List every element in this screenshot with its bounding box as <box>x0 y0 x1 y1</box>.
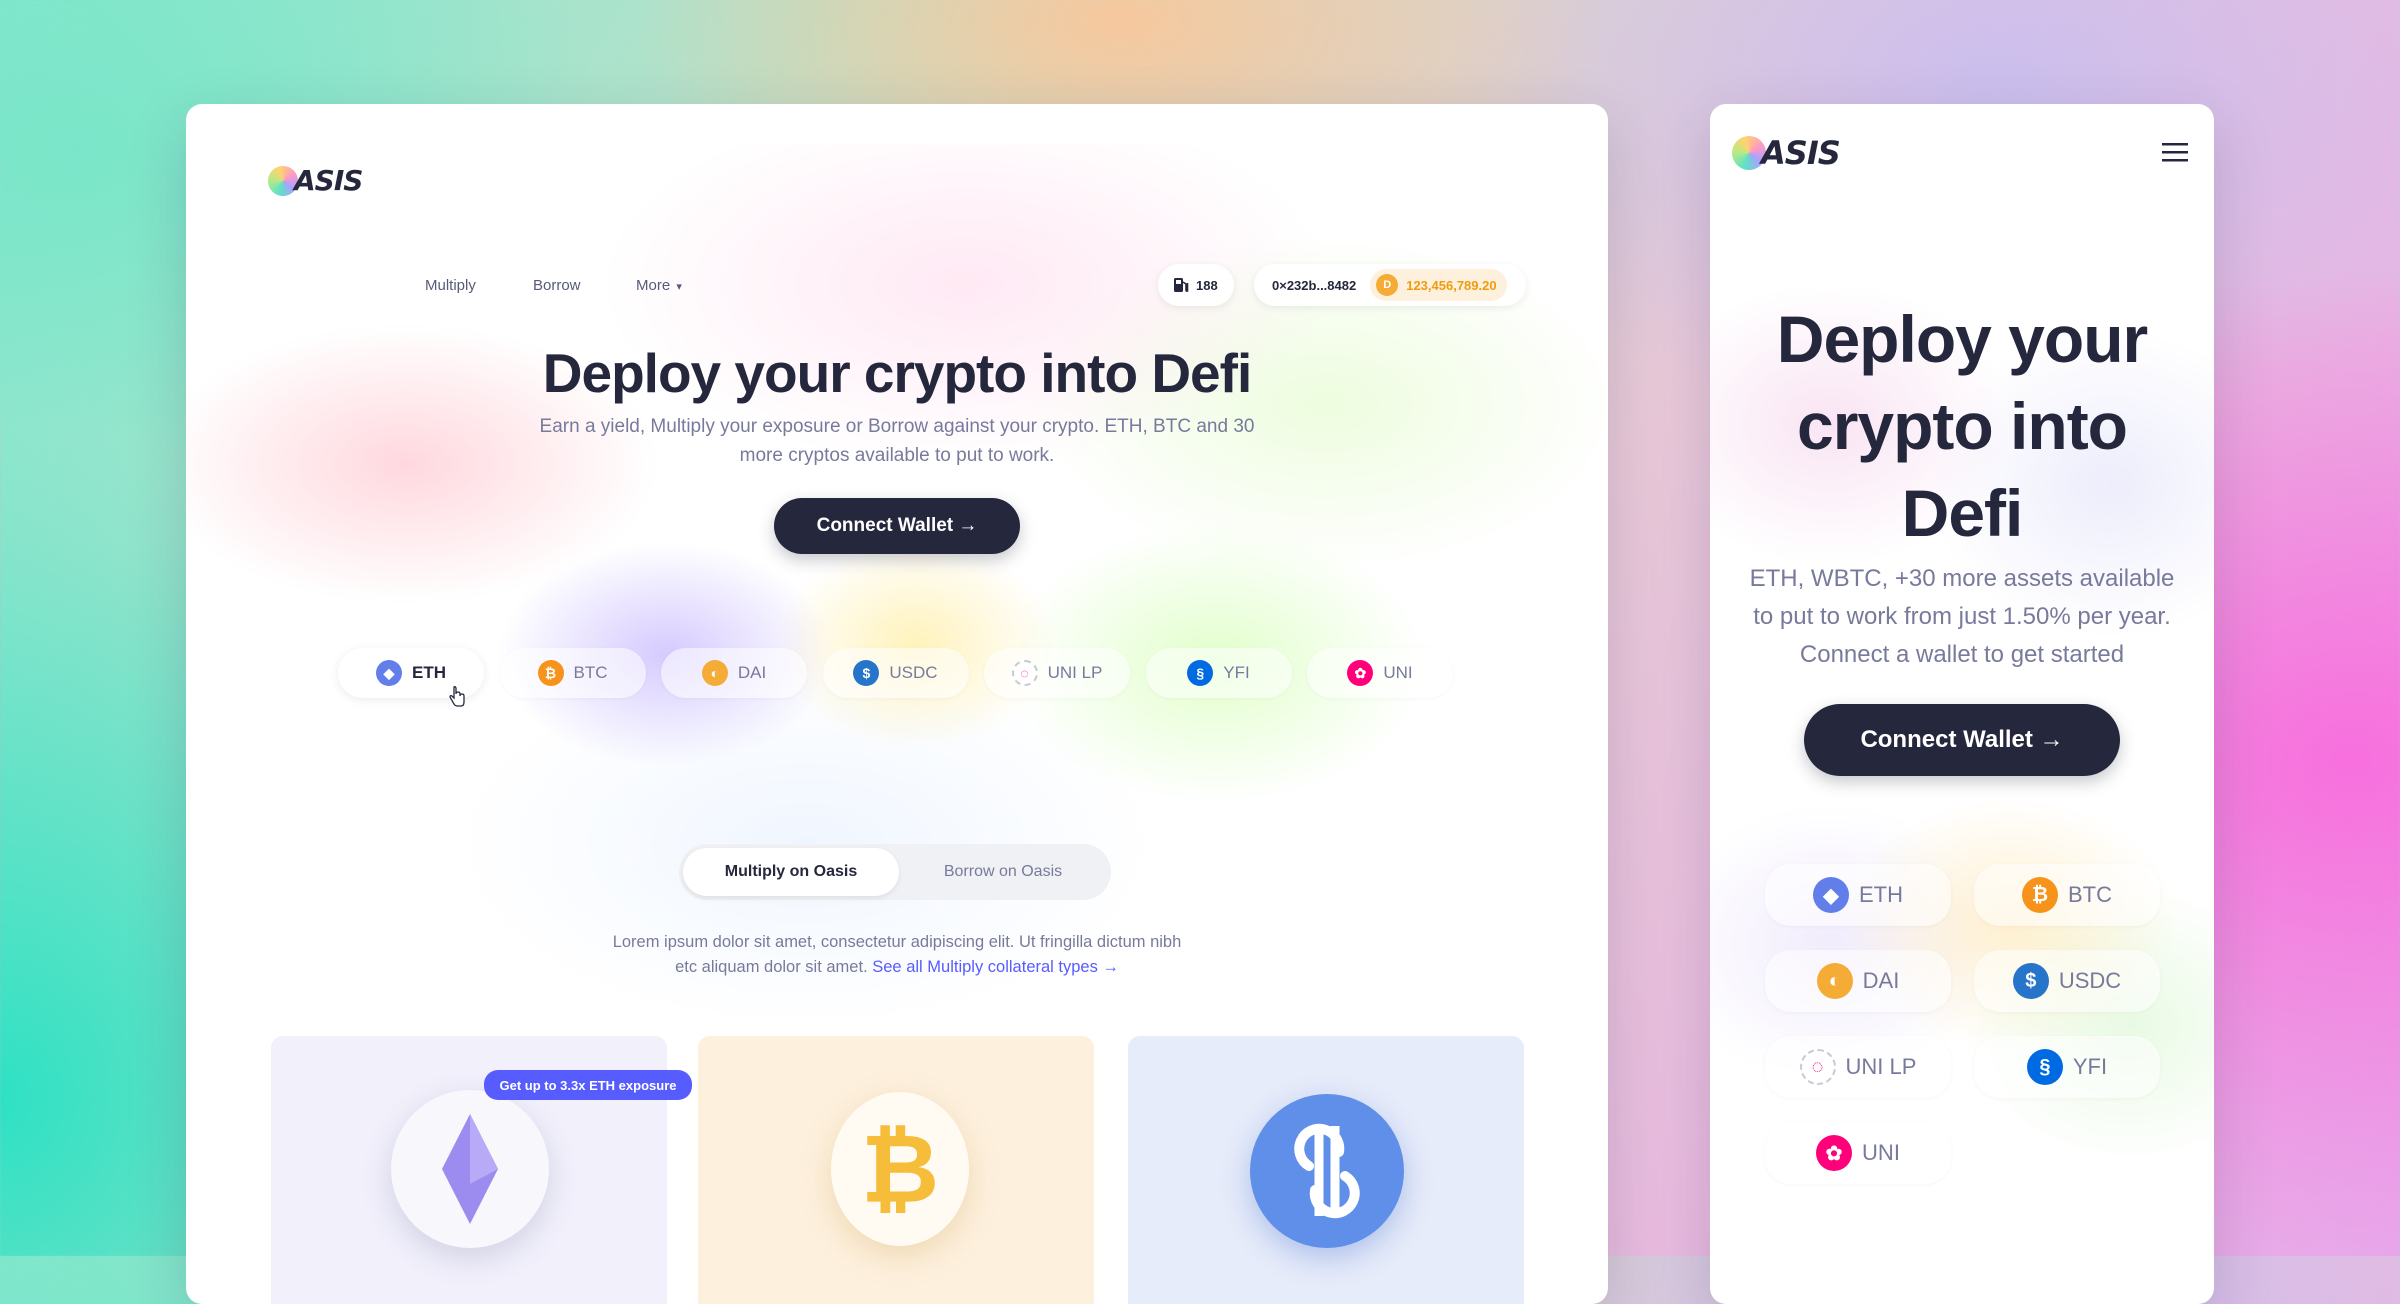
dai-icon: D <box>1376 274 1399 296</box>
token-pill-label: USDC <box>2058 968 2122 993</box>
hero-title-line: crypto into <box>1797 389 2128 463</box>
token-pill-yfi[interactable]: § YFI <box>1145 648 1292 698</box>
connect-wallet-button[interactable]: Connect Wallet → <box>774 498 1020 554</box>
oasis-logo[interactable]: ASIS <box>1732 134 1841 172</box>
btc-coin: ₿ <box>831 1092 969 1246</box>
yfi-icon: § <box>2026 1049 2063 1085</box>
token-pill-label: UNI <box>1862 1140 1900 1165</box>
hero-subtitle-line: ETH, WBTC, +30 more assets available <box>1749 565 2175 592</box>
token-pill-label: ETH <box>412 663 446 682</box>
token-pill-label: BTC <box>573 663 608 682</box>
token-pill-label: BTC <box>2068 882 2112 907</box>
gas-pump-icon <box>1174 278 1189 292</box>
dai-icon: ◐ <box>701 660 728 686</box>
dai-icon: ◐ <box>1816 963 1853 999</box>
token-pill-usdc[interactable]: $ USDC <box>1974 950 2160 1012</box>
nav-borrow[interactable]: Borrow <box>533 277 581 294</box>
token-pill-uni[interactable]: ✿ UNI <box>1307 648 1453 698</box>
token-pill-label: DAI <box>737 663 767 682</box>
hero-title-line: Defi <box>1901 476 2024 550</box>
btc-icon: ₿ <box>2022 877 2058 913</box>
wallet-address: 0×232b...8482 <box>1272 277 1357 293</box>
wallet-chip[interactable]: 0×232b...8482 D 123,456,789.20 <box>1254 264 1526 306</box>
bitcoin-icon: ₿ <box>860 1113 940 1225</box>
token-pill-label: ETH <box>1859 882 1903 907</box>
hand-pointer-cursor-icon <box>449 686 465 707</box>
yfi-coin <box>1250 1094 1404 1248</box>
usdc-icon: $ <box>2012 963 2049 999</box>
gas-price-value: 188 <box>1196 277 1218 293</box>
hero-subtitle-line: Earn a yield, Multiply your exposure or … <box>539 416 1255 437</box>
uni-lp-icon: ◌ <box>1011 660 1038 686</box>
exposure-badge: Get up to 3.3x ETH exposure <box>484 1070 692 1100</box>
token-pill-uni-lp[interactable]: ◌ UNI LP <box>984 648 1130 698</box>
hero-title-line: Deploy your <box>1776 302 2148 376</box>
token-pill-dai[interactable]: ◐ DAI <box>661 648 807 698</box>
token-pill-yfi[interactable]: § YFI <box>1974 1036 2160 1098</box>
description-line: Lorem ipsum dolor sit amet, consectetur … <box>612 933 1182 951</box>
hero-title: Deploy your crypto into Defi <box>1710 296 2214 557</box>
product-card-btc[interactable]: ₿ <box>698 1036 1094 1304</box>
usdc-icon: $ <box>853 660 880 686</box>
gas-price-chip[interactable]: 188 <box>1158 264 1234 306</box>
hero-subtitle-line: more cryptos available to put to work. <box>739 445 1055 466</box>
hamburger-menu-icon[interactable] <box>2162 142 2188 162</box>
hero-subtitle: Earn a yield, Multiply your exposure or … <box>456 412 1338 470</box>
hero-subtitle-line: Connect a wallet to get started <box>1799 641 2125 668</box>
oasis-logo[interactable]: ASIS <box>268 164 363 197</box>
btc-icon: ₿ <box>537 660 564 686</box>
nav-more[interactable]: More ▾ <box>636 277 682 294</box>
token-pill-label: YFI <box>1223 663 1250 682</box>
nav-more-label: More <box>636 277 671 294</box>
eth-icon: ◆ <box>1813 877 1849 913</box>
token-pill-uni[interactable]: ✿ UNI <box>1765 1122 1951 1184</box>
uni-icon: ✿ <box>1347 660 1374 686</box>
token-pill-eth[interactable]: ◆ ETH <box>1765 864 1951 926</box>
desktop-window: ASIS Multiply Borrow More ▾ 188 0×232b..… <box>186 104 1608 1304</box>
product-card-yfi[interactable] <box>1128 1036 1524 1304</box>
eth-icon <box>442 1114 498 1224</box>
token-pill-btc[interactable]: ₿ BTC <box>499 648 646 698</box>
uni-lp-icon: ◌ <box>1799 1049 1836 1085</box>
token-pill-label: UNI LP <box>1047 663 1103 682</box>
wallet-balance: 123,456,789.20 <box>1406 277 1497 293</box>
wallet-balance-pill: D 123,456,789.20 <box>1370 269 1507 301</box>
eth-coin <box>391 1090 549 1248</box>
logo-wordmark: ASIS <box>1761 134 1841 172</box>
token-pill-label: UNI LP <box>1845 1054 1917 1079</box>
token-pill-usdc[interactable]: $ USDC <box>822 648 969 698</box>
tab-borrow-on-oasis[interactable]: Borrow on Oasis <box>899 848 1107 896</box>
description-line: etc aliquam dolor sit amet. <box>675 958 868 976</box>
token-pill-dai[interactable]: ◐ DAI <box>1765 950 1951 1012</box>
multiply-description: Lorem ipsum dolor sit amet, consectetur … <box>556 930 1238 980</box>
hero-subtitle: ETH, WBTC, +30 more assets available to … <box>1710 560 2214 674</box>
token-pill-label: DAI <box>1862 968 1900 993</box>
tab-multiply-on-oasis[interactable]: Multiply on Oasis <box>683 848 899 896</box>
product-toggle: Multiply on Oasis Borrow on Oasis <box>679 844 1111 900</box>
see-all-multiply-link[interactable]: See all Multiply collateral types → <box>872 958 1119 976</box>
yfi-icon <box>1294 1123 1360 1219</box>
yfi-icon: § <box>1187 660 1214 686</box>
token-pill-label: YFI <box>2072 1054 2108 1079</box>
token-pill-btc[interactable]: ₿ BTC <box>1974 864 2160 926</box>
hero-subtitle-line: to put to work from just 1.50% per year. <box>1753 603 2171 630</box>
token-pill-label: UNI <box>1383 663 1413 682</box>
hero-title: Deploy your crypto into Defi <box>542 342 1252 404</box>
connect-wallet-button[interactable]: Connect Wallet → <box>1804 704 2120 776</box>
eth-icon: ◆ <box>376 660 402 686</box>
logo-wordmark: ASIS <box>294 164 363 197</box>
nav-multiply[interactable]: Multiply <box>425 277 476 294</box>
mobile-window: ASIS Deploy your crypto into Defi ETH, W… <box>1710 104 2214 1304</box>
chevron-down-icon: ▾ <box>676 281 682 293</box>
token-pill-label: USDC <box>889 663 938 682</box>
uni-icon: ✿ <box>1816 1135 1853 1171</box>
token-pill-uni-lp[interactable]: ◌ UNI LP <box>1765 1036 1951 1098</box>
